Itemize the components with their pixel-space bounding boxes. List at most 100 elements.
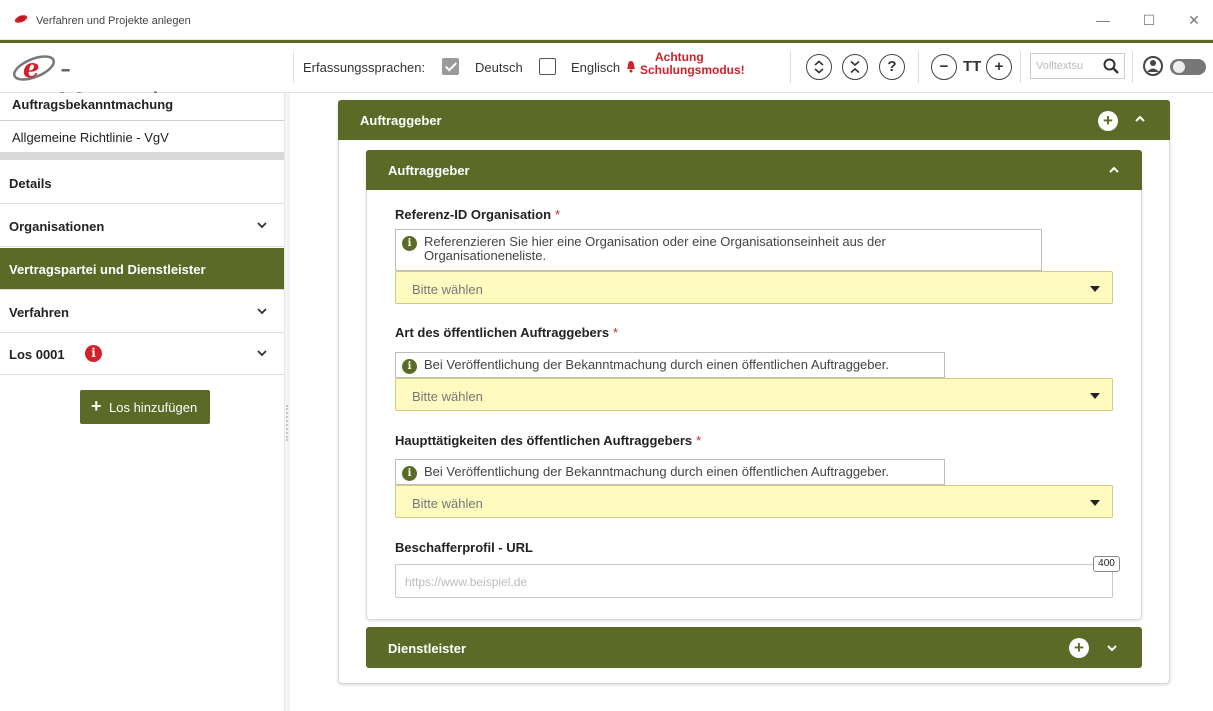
sidebar-item-details[interactable]: Details: [0, 162, 284, 204]
font-size-label: TT: [963, 58, 982, 75]
section-title: Auftraggeber: [360, 113, 442, 128]
field-label-text: Beschafferprofil - URL: [395, 540, 533, 555]
divider: [918, 51, 919, 83]
sidebar-item-label: Los 0001: [9, 347, 65, 362]
minimize-button[interactable]: —: [1093, 10, 1113, 30]
german-label: Deutsch: [475, 60, 523, 75]
info-icon: i: [402, 236, 417, 251]
accessibility-toggle[interactable]: [1170, 59, 1206, 75]
search-icon[interactable]: [1102, 57, 1120, 75]
chevron-up-icon[interactable]: [1108, 165, 1120, 175]
sidebar-item-label: Vertragspartei und Dienstleister: [9, 262, 206, 277]
chevron-up-icon[interactable]: [1134, 114, 1146, 124]
add-dienstleister-button[interactable]: +: [1069, 638, 1089, 658]
chevron-down-icon[interactable]: [1106, 643, 1118, 653]
sidebar-item-label: Details: [9, 176, 52, 191]
svg-text:e: e: [23, 54, 40, 83]
maximize-button[interactable]: ☐: [1139, 10, 1159, 30]
select-value: Bitte wählen: [412, 496, 483, 511]
haupttaetigkeiten-select[interactable]: Bitte wählen: [395, 485, 1113, 518]
art-auftraggeber-select[interactable]: Bitte wählen: [395, 378, 1113, 411]
caret-down-icon: [1090, 286, 1100, 292]
auftraggeber-subpanel-header[interactable]: Auftraggeber: [366, 150, 1142, 190]
fulltext-search-input[interactable]: Volltextsu: [1030, 53, 1125, 79]
toggle-knob: [1173, 61, 1185, 73]
accessibility-icon[interactable]: [1142, 55, 1164, 77]
bell-icon: [627, 61, 635, 73]
font-decrease-button[interactable]: −: [931, 54, 957, 80]
expand-all-button[interactable]: [806, 54, 832, 80]
info-icon: i: [402, 466, 417, 481]
plus-icon: +: [91, 396, 102, 416]
caret-down-icon: [1090, 500, 1100, 506]
required-marker: *: [613, 325, 619, 340]
document-title: Auftragsbekanntmachung: [12, 97, 174, 112]
toolbar: e -Vergabe Erfassungssprachen: Deutsch E…: [0, 43, 1213, 123]
help-icon: ?: [887, 58, 897, 75]
sidebar-item-label: Verfahren: [9, 305, 69, 320]
english-label: Englisch: [571, 60, 621, 75]
select-value: Bitte wählen: [412, 282, 483, 297]
sidebar-item-verfahren[interactable]: Verfahren: [0, 291, 284, 333]
field-label-text: Referenz-ID Organisation: [395, 207, 552, 222]
english-checkbox[interactable]: [539, 58, 556, 75]
close-button[interactable]: ✕: [1184, 10, 1204, 30]
add-auftraggeber-button[interactable]: +: [1098, 111, 1118, 131]
haupttaetigkeiten-label: Haupttätigkeiten des öffentlichen Auftra…: [395, 433, 701, 448]
error-icon: i: [85, 345, 102, 362]
chevron-down-icon: [257, 350, 267, 357]
window-title: Verfahren und Projekte anlegen: [36, 15, 191, 27]
hint-line: Bei Veröffentlichung der Bekanntmachung …: [424, 357, 889, 372]
caret-down-icon: [1090, 393, 1100, 399]
training-mode-warning: Achtung Schulungsmodus!: [640, 51, 745, 77]
chevron-down-icon: [257, 308, 267, 315]
field-label-text: Art des öffentlichen Auftraggebers: [395, 325, 610, 340]
languages-label: Erfassungssprachen:: [303, 60, 426, 75]
search-placeholder: Volltextsu: [1036, 60, 1084, 72]
subpanel-title: Auftraggeber: [388, 163, 470, 178]
dienstleister-section-header[interactable]: Dienstleister +: [366, 627, 1142, 668]
divider-bar: [0, 152, 284, 160]
sidebar: Auftragsbekanntmachung Allgemeine Richtl…: [0, 93, 284, 711]
document-subtitle: Allgemeine Richtlinie - VgV: [12, 130, 169, 145]
hint-line: Organisationeneliste.: [424, 248, 547, 263]
warning-line-2: Schulungsmodus!: [640, 63, 745, 77]
add-los-button[interactable]: + Los hinzufügen: [80, 390, 210, 424]
required-marker: *: [696, 433, 702, 448]
divider: [0, 120, 284, 121]
hint-line: Bei Veröffentlichung der Bekanntmachung …: [424, 464, 889, 479]
expand-all-icon: [814, 60, 824, 74]
beschafferprofil-url-label: Beschafferprofil - URL: [395, 540, 533, 555]
sidebar-item-organisationen[interactable]: Organisationen: [0, 205, 284, 247]
plus-icon: +: [994, 58, 1004, 75]
add-los-label: Los hinzufügen: [109, 400, 198, 415]
minus-icon: −: [939, 58, 949, 75]
beschafferprofil-url-input[interactable]: https://www.beispiel.de: [395, 564, 1113, 598]
select-value: Bitte wählen: [412, 389, 483, 404]
evergabe-logo: e -Vergabe: [12, 49, 192, 123]
window-titlebar: Verfahren und Projekte anlegen — ☐ ✕: [0, 0, 1213, 40]
collapse-all-icon: [850, 60, 860, 74]
sidebar-item-vertragspartei[interactable]: Vertragspartei und Dienstleister: [0, 248, 284, 290]
haupttaetigkeiten-hint: i Bei Veröffentlichung der Bekanntmachun…: [395, 459, 945, 485]
chevron-down-icon: [257, 222, 267, 229]
referenz-id-select[interactable]: Bitte wählen: [395, 271, 1113, 304]
german-checkbox[interactable]: [442, 58, 459, 75]
char-limit-badge: 400: [1093, 556, 1120, 572]
font-increase-button[interactable]: +: [986, 54, 1012, 80]
divider: [790, 51, 791, 83]
sidebar-item-los-0001[interactable]: Los 0001 i: [0, 333, 284, 375]
auftraggeber-section-header[interactable]: Auftraggeber +: [338, 100, 1170, 140]
logo-e-icon: e: [12, 54, 56, 83]
required-marker: *: [555, 207, 561, 222]
section-title: Dienstleister: [388, 641, 467, 656]
referenz-id-hint: i Referenzieren Sie hier eine Organisati…: [395, 229, 1042, 271]
referenz-id-label: Referenz-ID Organisation *: [395, 207, 560, 222]
divider: [1020, 51, 1021, 83]
help-button[interactable]: ?: [879, 54, 905, 80]
hint-line: Referenzieren Sie hier eine Organisation…: [424, 234, 886, 249]
art-auftraggeber-label: Art des öffentlichen Auftraggebers *: [395, 325, 618, 340]
collapse-all-button[interactable]: [842, 54, 868, 80]
input-placeholder: https://www.beispiel.de: [405, 575, 528, 589]
field-label-text: Haupttätigkeiten des öffentlichen Auftra…: [395, 433, 693, 448]
